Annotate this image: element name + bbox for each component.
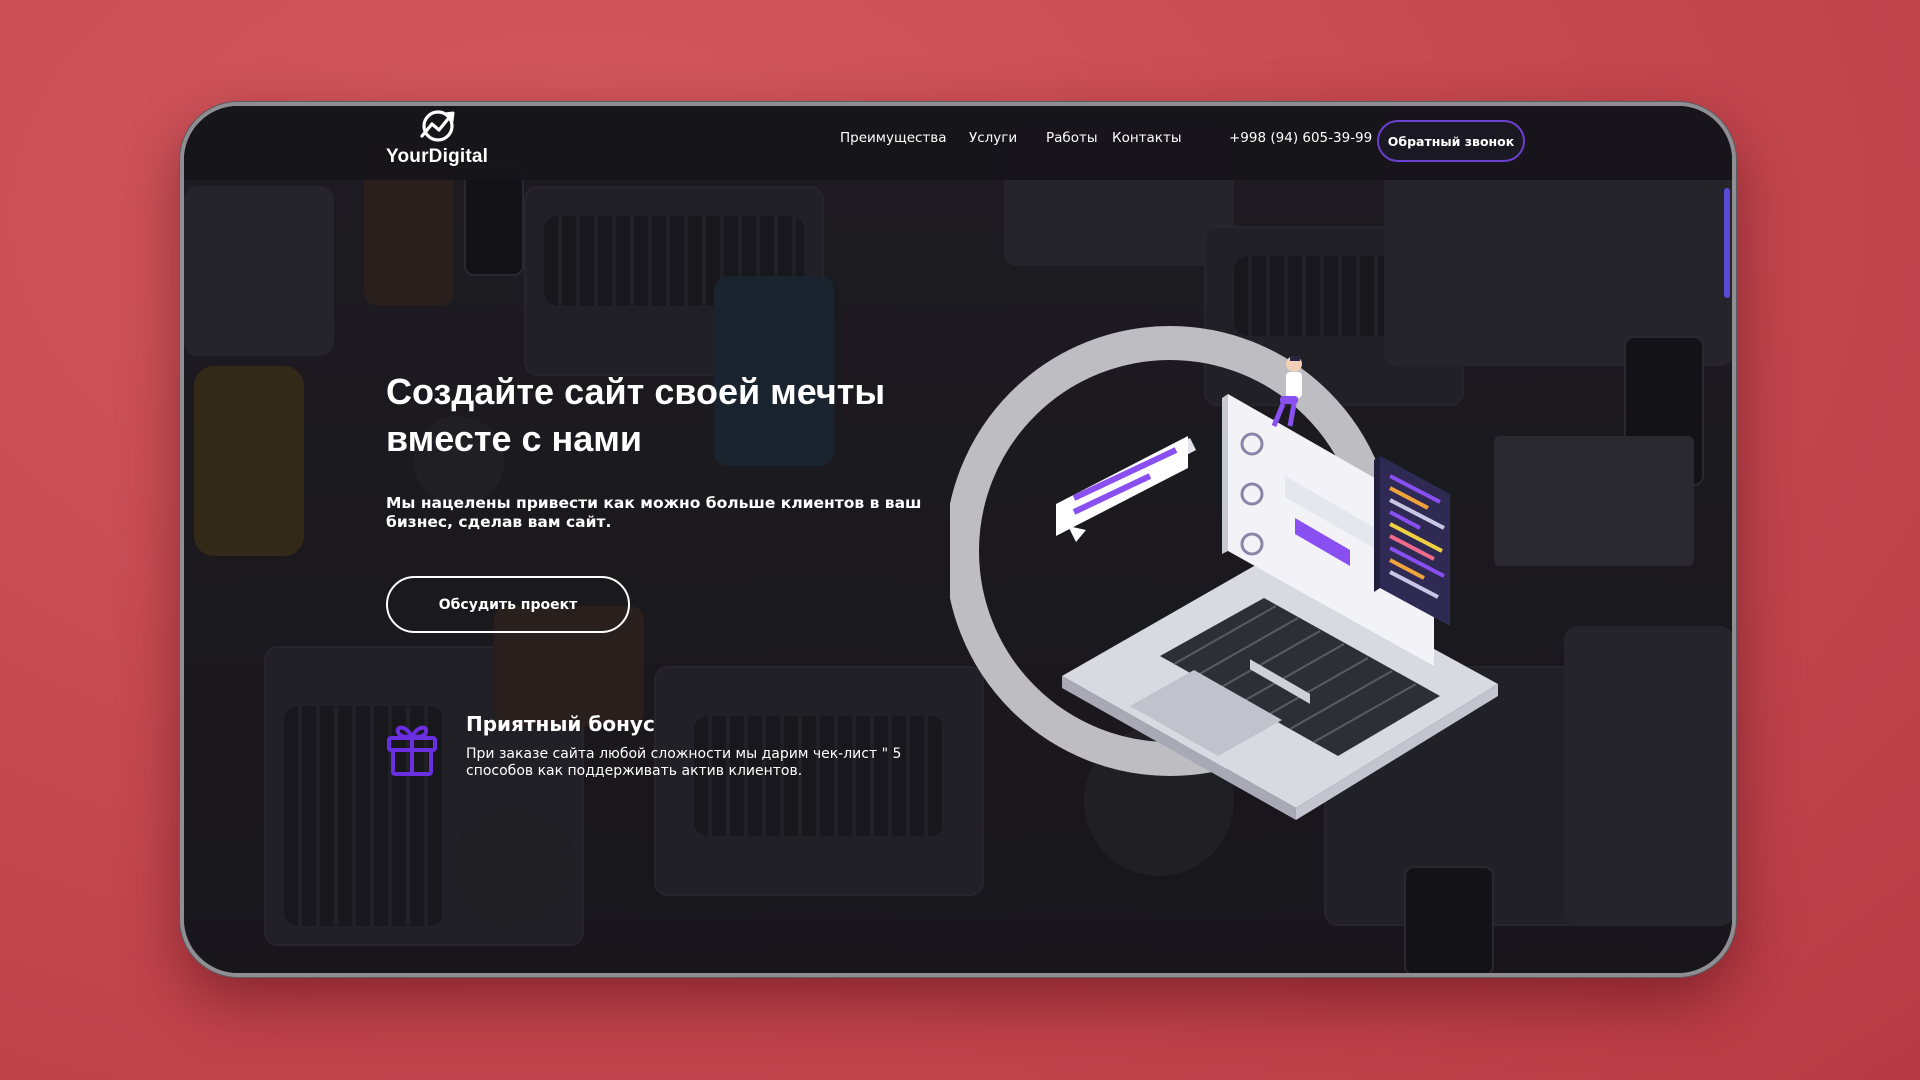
- logo-icon: [420, 110, 455, 142]
- gift-icon: [387, 725, 437, 776]
- hero-title: Создайте сайт своей мечты вместе с нами: [386, 371, 886, 459]
- chat-bubble-icon: [1056, 436, 1196, 542]
- scrollbar-thumb[interactable]: [1724, 188, 1730, 298]
- hero-subtitle: Мы нацелены привести как можно больше кл…: [386, 494, 922, 531]
- callback-button[interactable]: Обратный звонок: [1377, 120, 1525, 162]
- bonus-title: Приятный бонус: [466, 712, 655, 736]
- discuss-project-button[interactable]: Обсудить проект: [386, 576, 630, 633]
- nav-item-contacts[interactable]: Контакты: [1112, 130, 1181, 146]
- phone-number[interactable]: +998 (94) 605-39-99: [1229, 130, 1372, 146]
- logo-text: YourDigital: [386, 146, 489, 167]
- bonus-text: При заказе сайта любой сложности мы дари…: [466, 746, 902, 779]
- laptop-illustration: [950, 326, 1498, 820]
- site-header: YourDigital Преимущества Услуги Работы К…: [184, 106, 1732, 180]
- nav-item-services[interactable]: Услуги: [969, 130, 1017, 146]
- logo[interactable]: YourDigital: [386, 108, 506, 174]
- nav-item-advantages[interactable]: Преимущества: [840, 130, 947, 146]
- browser-frame: YourDigital Преимущества Услуги Работы К…: [180, 102, 1736, 977]
- nav-item-works[interactable]: Работы: [1046, 130, 1098, 146]
